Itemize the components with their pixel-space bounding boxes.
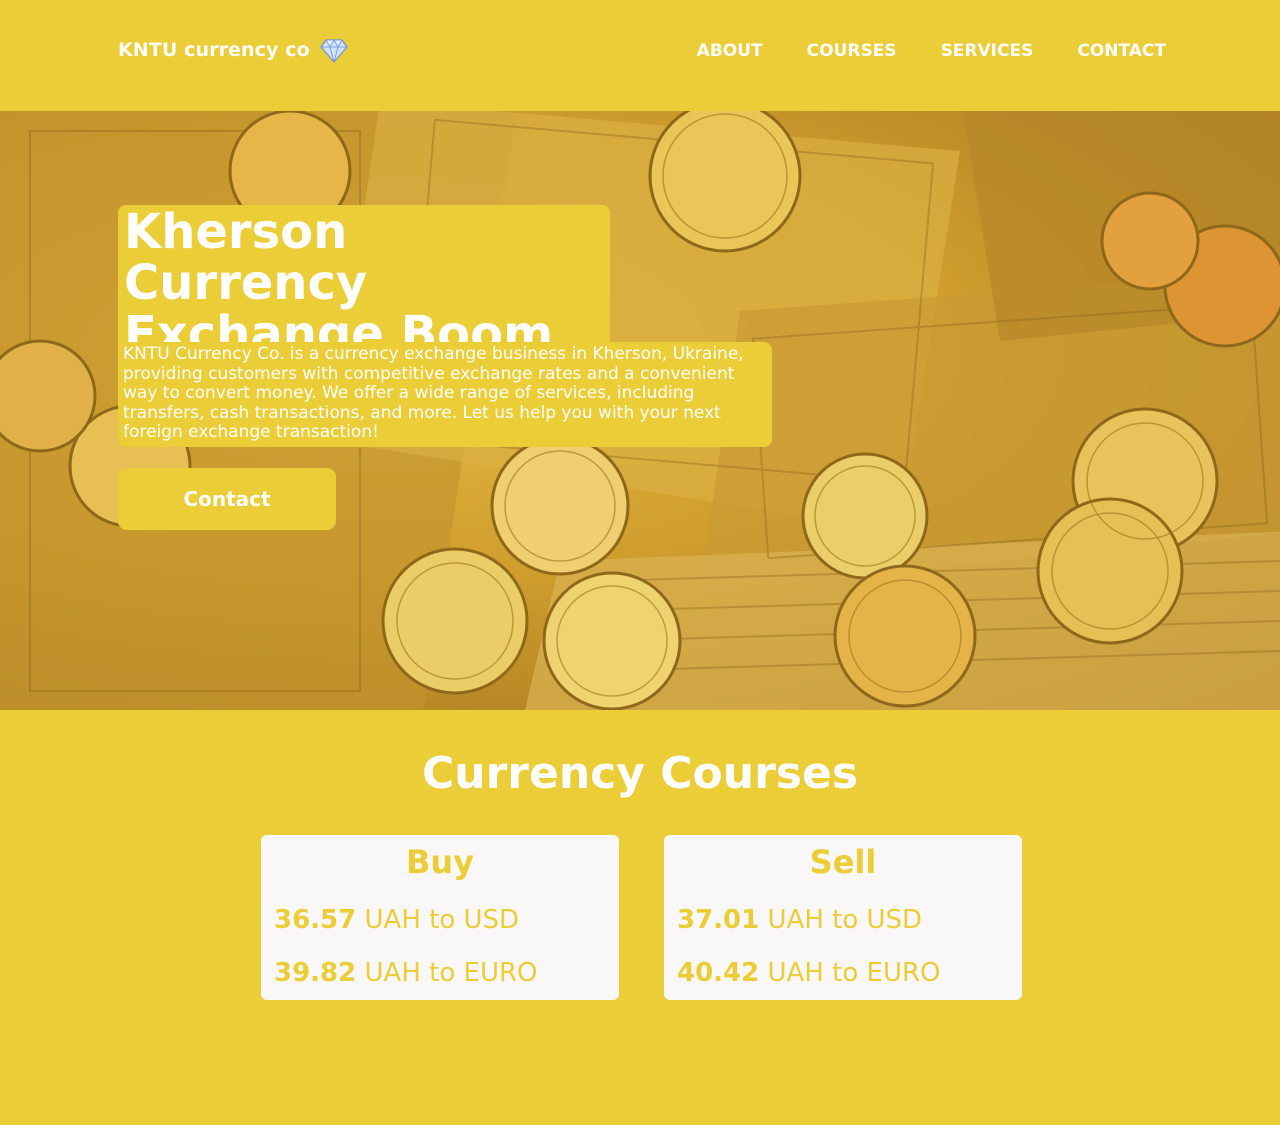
rate-label: UAH to EURO — [364, 958, 538, 988]
sell-rate-usd: 37.01 UAH to USD — [677, 905, 922, 935]
rate-value: 39.82 — [274, 958, 357, 988]
sell-card-title: Sell — [809, 843, 877, 881]
nav-about[interactable]: ABOUT — [697, 41, 763, 61]
main-nav: ABOUT COURSES SERVICES CONTACT — [697, 41, 1166, 61]
buy-card-title: Buy — [405, 843, 475, 881]
buy-card: Buy 36.57 UAH to USD 39.82 UAH to EURO — [261, 835, 619, 1000]
nav-courses[interactable]: COURSES — [807, 41, 897, 61]
rate-value: 36.57 — [274, 905, 357, 935]
nav-contact[interactable]: CONTACT — [1077, 41, 1166, 61]
buy-rate-euro: 39.82 UAH to EURO — [274, 958, 538, 988]
brand[interactable]: KNTU currency co — [118, 36, 348, 64]
buy-rate-usd: 36.57 UAH to USD — [274, 905, 519, 935]
hero-description: KNTU Currency Co. is a currency exchange… — [118, 342, 772, 447]
hero-section: Kherson Currency Exchange Boom KNTU Curr… — [0, 111, 1280, 710]
site-header: KNTU currency co ABOUT COURSES SERVICES … — [0, 0, 1280, 111]
rate-label: UAH to USD — [364, 905, 520, 935]
sell-rate-euro: 40.42 UAH to EURO — [677, 958, 941, 988]
rate-label: UAH to EURO — [767, 958, 941, 988]
brand-name[interactable]: KNTU currency co — [118, 39, 310, 61]
rate-label: UAH to USD — [767, 905, 923, 935]
nav-services[interactable]: SERVICES — [941, 41, 1034, 61]
sell-card: Sell 37.01 UAH to USD 40.42 UAH to EURO — [664, 835, 1022, 1000]
diamond-icon — [319, 36, 348, 64]
rate-value: 37.01 — [677, 905, 760, 935]
courses-title: Currency Courses — [421, 748, 859, 799]
contact-button[interactable]: Contact — [118, 468, 336, 530]
rate-value: 40.42 — [677, 958, 760, 988]
